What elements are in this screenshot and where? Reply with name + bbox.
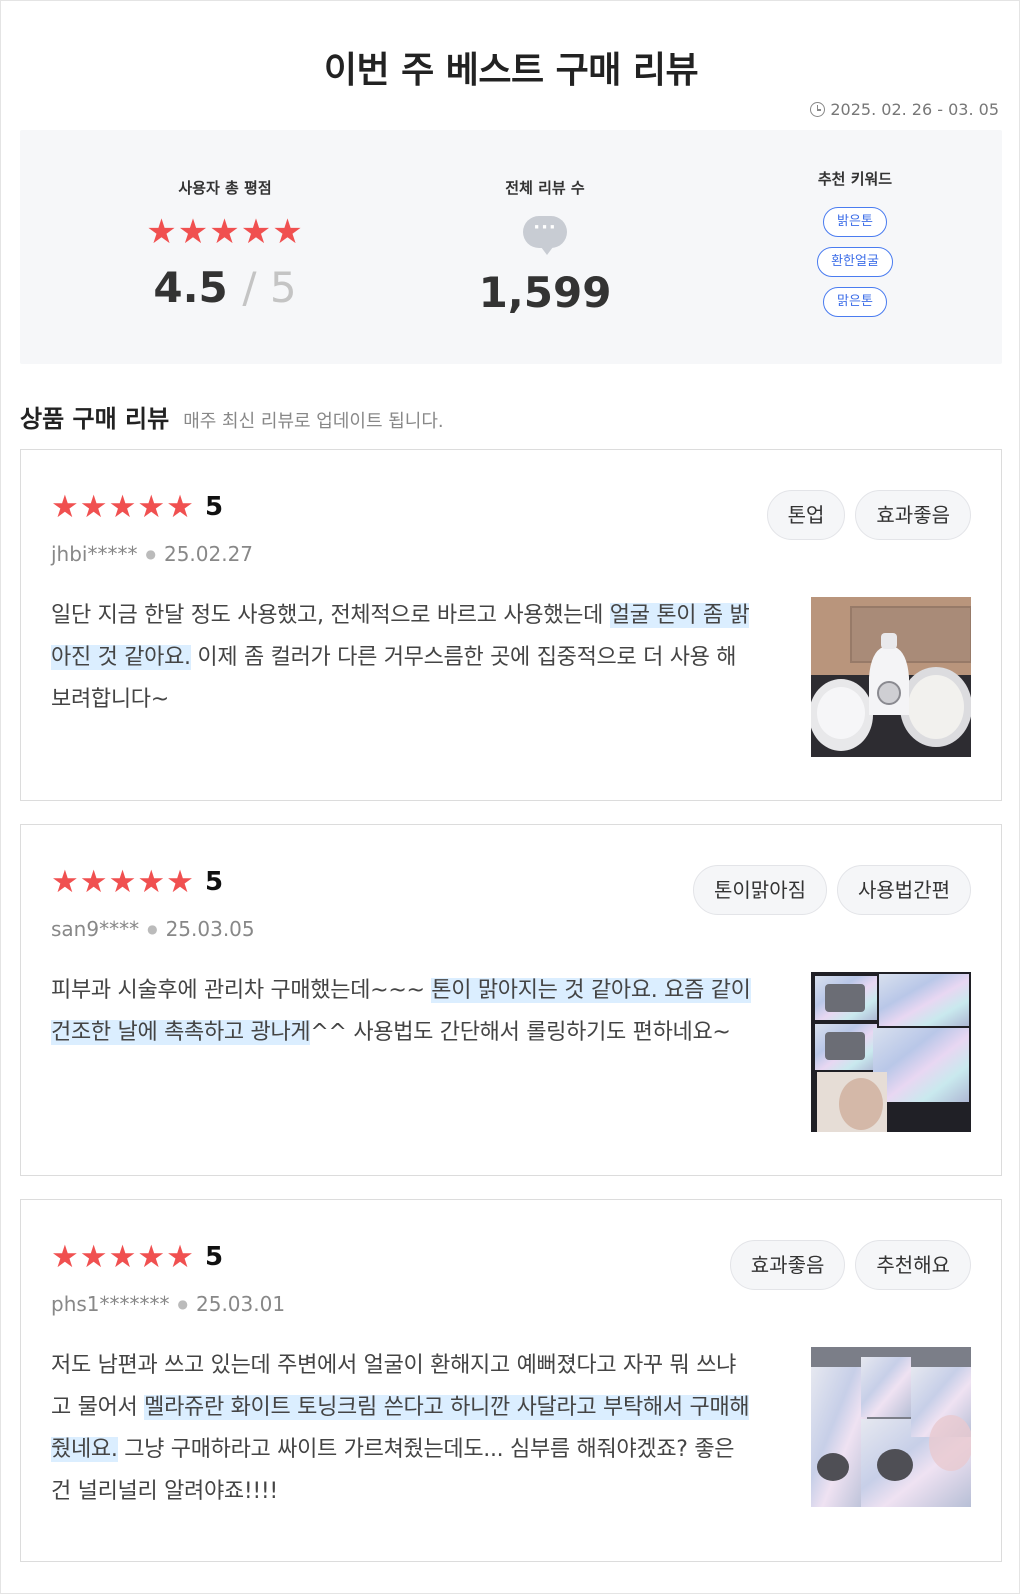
review-photo[interactable] [811, 972, 971, 1132]
review-date: 25.03.01 [196, 1292, 286, 1316]
rating-score: 4.5 / 5 [125, 265, 325, 311]
review-user: san9**** [51, 917, 140, 941]
total-review-count: 전체 리뷰 수 ··· 1,599 [440, 130, 650, 364]
section-header: 상품 구매 리뷰 매주 최신 리뷰로 업데이트 됩니다. [20, 399, 444, 434]
review-tag[interactable]: 사용법간편 [837, 865, 971, 915]
review-summary-panel: 사용자 총 평점 ★★★★★ 4.5 / 5 전체 리뷰 수 ··· 1,599… [20, 130, 1002, 364]
speech-bubble-icon: ··· [523, 216, 567, 255]
keyword-list: 밝은톤 환한얼굴 맑은톤 [755, 207, 955, 317]
total-rating: 사용자 총 평점 ★★★★★ 4.5 / 5 [125, 130, 325, 364]
separator-dot: ● [147, 922, 158, 936]
review-period: 2025. 02. 26 - 03. 05 [810, 100, 999, 119]
review-meta: jhbi***** ● 25.02.27 [51, 542, 253, 566]
review-count-label: 전체 리뷰 수 [505, 179, 585, 197]
review-tag[interactable]: 효과좋음 [855, 490, 971, 540]
review-text: 저도 남편과 쓰고 있는데 주변에서 얼굴이 환해지고 예뻐졌다고 자꾸 뭐 쓰… [51, 1345, 751, 1513]
section-title: 상품 구매 리뷰 [20, 405, 170, 433]
review-date: 25.03.05 [165, 917, 255, 941]
review-text-part: 그냥 구매하라고 싸이트 가르쳐줬는데도... 심부름 해줘야겠죠? 좋은건 널… [51, 1437, 735, 1504]
review-tag[interactable]: 효과좋음 [729, 1240, 846, 1290]
star-rating-icon: ★★★★★ [51, 864, 195, 900]
review-text-part: 일단 지금 한달 정도 사용했고, 전체적으로 바르고 사용했는데 [51, 603, 610, 628]
review-score: 5 [204, 492, 224, 522]
keyword-chip[interactable]: 맑은톤 [823, 287, 887, 317]
review-photo[interactable] [811, 1347, 971, 1507]
review-rating: ★★★★★ 5 [51, 490, 223, 524]
review-text: 피부과 시술후에 관리차 구매했는데~~~ 톤이 맑아지는 것 같아요. 요즘 … [51, 970, 751, 1054]
page-frame: 이번 주 베스트 구매 리뷰 2025. 02. 26 - 03. 05 사용자… [0, 0, 1020, 1594]
rating-stars-icon: ★★★★★ [146, 212, 304, 252]
separator-dot: ● [145, 547, 156, 561]
review-tag[interactable]: 추천해요 [855, 1240, 971, 1290]
review-rating: ★★★★★ 5 [51, 865, 223, 899]
review-text-part: ^^ 사용법도 간단해서 롤링하기도 편하네요~ [310, 1020, 731, 1045]
keywords-label: 추천 키워드 [817, 170, 893, 188]
keyword-chip[interactable]: 밝은톤 [823, 207, 887, 237]
rating-max: / 5 [242, 263, 297, 312]
review-text: 일단 지금 한달 정도 사용했고, 전체적으로 바르고 사용했는데 얼굴 톤이 … [51, 595, 751, 721]
review-rating: ★★★★★ 5 [51, 1240, 223, 1274]
recommended-keywords: 추천 키워드 밝은톤 환한얼굴 맑은톤 [755, 130, 955, 364]
star-rating-icon: ★★★★★ [51, 1239, 195, 1275]
review-user: jhbi***** [51, 542, 138, 566]
star-rating-icon: ★★★★★ [51, 489, 195, 525]
review-tag[interactable]: 톤이맑아짐 [693, 865, 827, 915]
review-tag[interactable]: 톤업 [766, 490, 846, 540]
keyword-chip[interactable]: 환한얼굴 [817, 247, 893, 277]
clock-icon [810, 102, 826, 117]
review-tags: 톤이맑아짐 사용법간편 [693, 865, 971, 915]
period-text: 2025. 02. 26 - 03. 05 [830, 100, 999, 119]
review-meta: phs1******* ● 25.03.01 [51, 1292, 285, 1316]
separator-dot: ● [177, 1297, 188, 1311]
review-card: ★★★★★ 5 san9**** ● 25.03.05 톤이맑아짐 사용법간편 … [20, 824, 1002, 1176]
review-score: 5 [204, 1242, 224, 1272]
review-meta: san9**** ● 25.03.05 [51, 917, 255, 941]
review-user: phs1******* [51, 1292, 170, 1316]
rating-value: 4.5 [153, 263, 228, 312]
review-tags: 톤업 효과좋음 [766, 490, 971, 540]
review-card: ★★★★★ 5 jhbi***** ● 25.02.27 톤업 효과좋음 일단 … [20, 449, 1002, 801]
review-card: ★★★★★ 5 phs1******* ● 25.03.01 효과좋음 추천해요… [20, 1199, 1002, 1562]
section-subtitle: 매주 최신 리뷰로 업데이트 됩니다. [183, 411, 444, 432]
page-title: 이번 주 베스트 구매 리뷰 [323, 50, 699, 91]
review-tags: 효과좋음 추천해요 [729, 1240, 971, 1290]
review-date: 25.02.27 [163, 542, 254, 566]
review-photo[interactable] [811, 597, 971, 757]
review-count-value: 1,599 [478, 268, 612, 317]
total-rating-label: 사용자 총 평점 [178, 179, 272, 197]
review-text-part: 피부과 시술후에 관리차 구매했는데~~~ [51, 978, 432, 1003]
review-score: 5 [204, 867, 224, 897]
